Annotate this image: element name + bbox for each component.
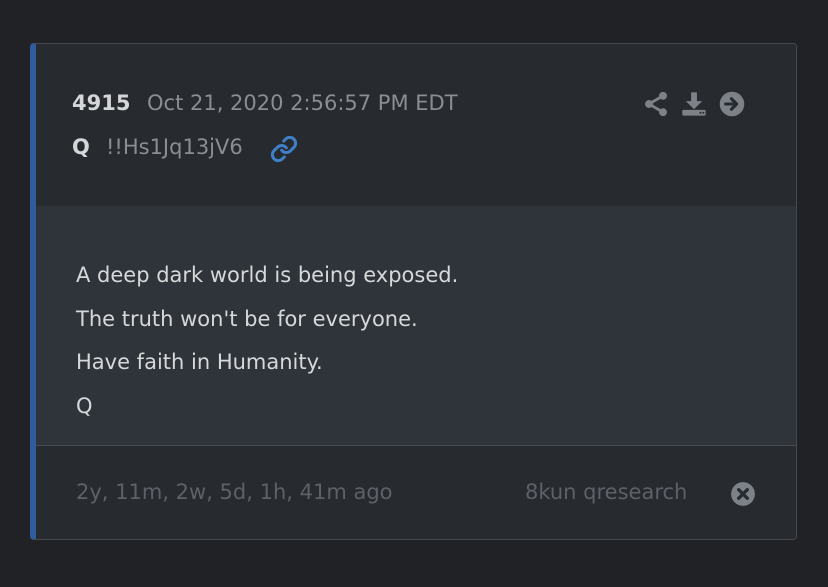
post-footer: 2y, 11m, 2w, 5d, 1h, 41m ago 8kun qresea… [36, 446, 796, 539]
post-number[interactable]: 4915 [72, 91, 130, 115]
post-date: Oct 21, 2020 2:56:57 PM EDT [147, 91, 458, 115]
download-icon[interactable] [680, 90, 708, 118]
message-line: Q [76, 393, 93, 418]
post-body: A deep dark world is being exposed. The … [36, 206, 796, 446]
message-line: A deep dark world is being exposed. [76, 263, 459, 287]
share-icon[interactable] [642, 90, 670, 118]
post-author: Q [72, 135, 90, 159]
elapsed-time: 2y, 11m, 2w, 5d, 1h, 41m ago [76, 480, 393, 504]
link-icon[interactable] [270, 135, 298, 163]
post-header: 4915 Oct 21, 2020 2:56:57 PM EDT Q !!Hs1… [36, 44, 796, 207]
close-circle-icon[interactable] [730, 481, 756, 507]
post-source[interactable]: 8kun qresearch [525, 480, 687, 504]
post-tripcode: !!Hs1Jq13jV6 [106, 135, 243, 159]
message-line: The truth won't be for everyone. [76, 306, 418, 331]
arrow-right-circle-icon[interactable] [718, 90, 746, 118]
post-message: A deep dark world is being exposed. The … [76, 254, 458, 428]
message-line: Have faith in Humanity. [76, 350, 323, 374]
post-actions [642, 90, 746, 118]
post-card: 4915 Oct 21, 2020 2:56:57 PM EDT Q !!Hs1… [30, 43, 797, 540]
